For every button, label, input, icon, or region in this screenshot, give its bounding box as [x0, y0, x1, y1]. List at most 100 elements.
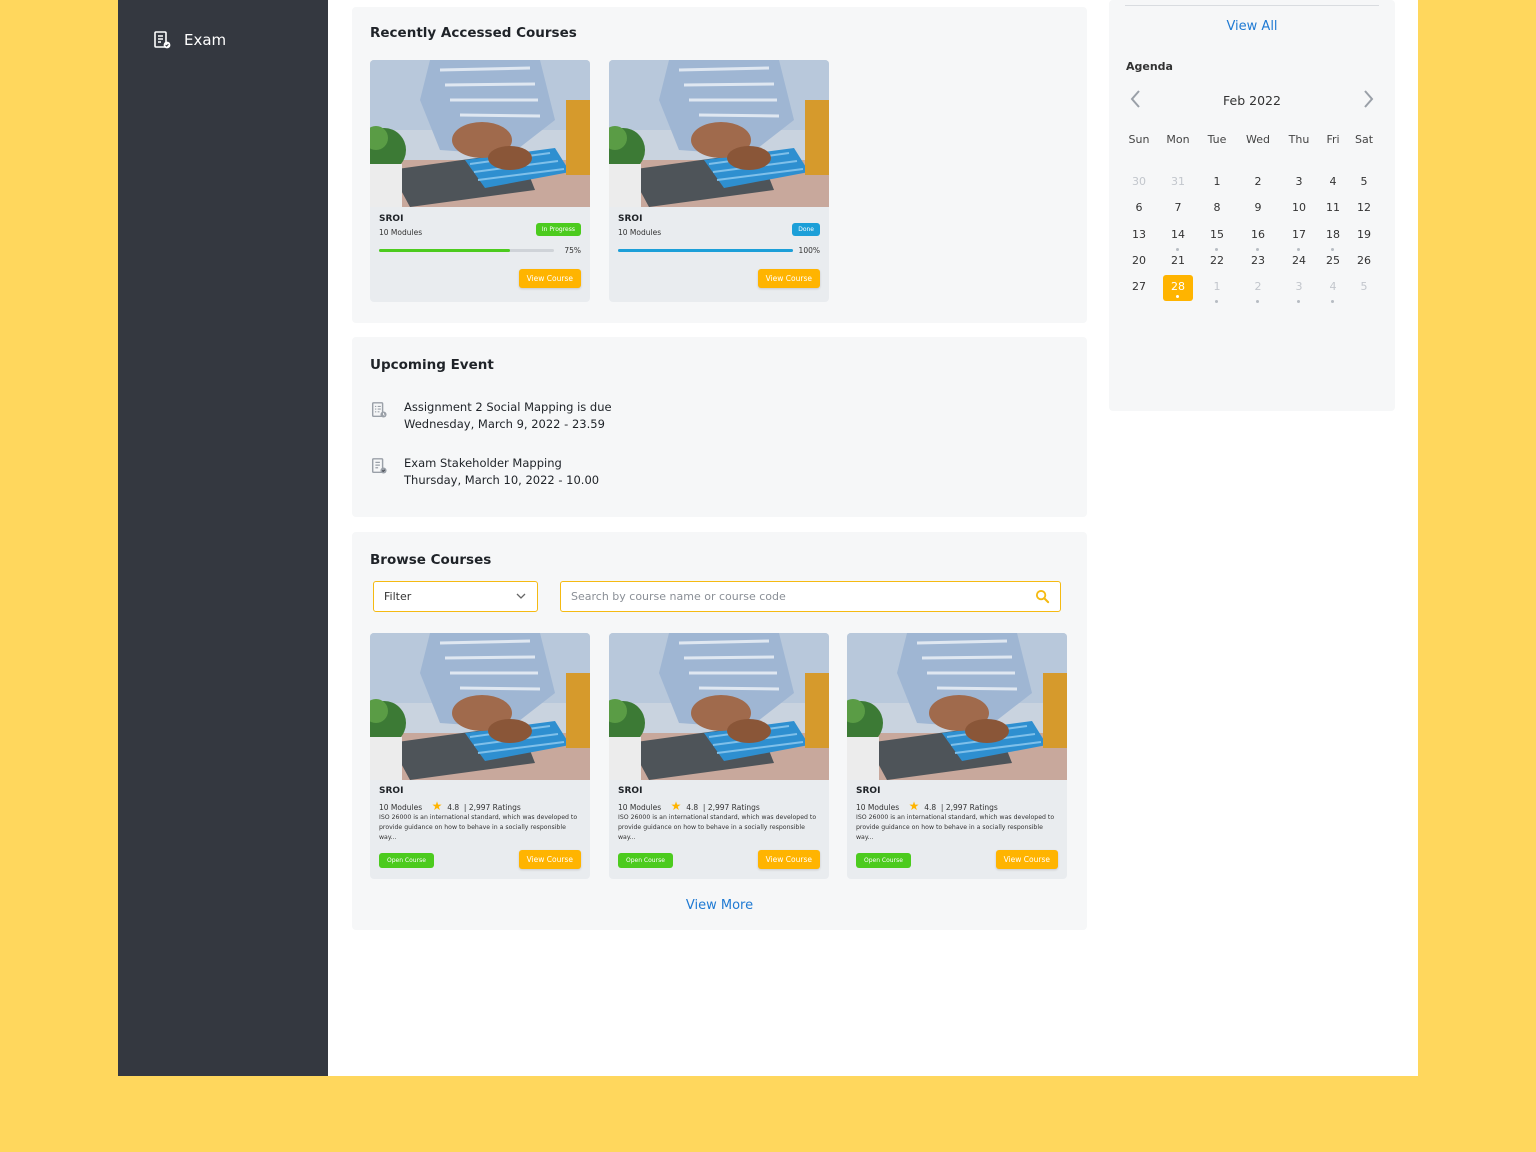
- calendar-day-number: 27: [1132, 280, 1146, 294]
- calendar-day[interactable]: 10: [1284, 196, 1314, 222]
- calendar-day[interactable]: 11: [1318, 196, 1348, 222]
- calendar-day-number: 18: [1326, 227, 1340, 241]
- calendar-day-number: 24: [1292, 253, 1306, 267]
- status-badge: In Progress: [535, 223, 581, 236]
- calendar-day-number: 11: [1326, 201, 1340, 215]
- event-dot: [1176, 295, 1179, 299]
- search-icon[interactable]: [1035, 589, 1050, 604]
- calendar-day-number: 26: [1357, 253, 1371, 267]
- event-dot: [1256, 300, 1259, 304]
- view-course-button[interactable]: View Course: [757, 850, 820, 869]
- calendar-day-number: 31: [1171, 175, 1185, 188]
- sidebar-item-exam[interactable]: Exam: [152, 30, 226, 50]
- view-course-button[interactable]: View Course: [518, 269, 581, 288]
- progress-fill: [379, 249, 511, 252]
- filter-dropdown[interactable]: Filter: [373, 581, 538, 612]
- calendar-day[interactable]: 27: [1124, 275, 1154, 301]
- calendar-day-number: 3: [1295, 280, 1303, 294]
- browse-courses-title: Browse Courses: [370, 552, 492, 568]
- calendar-day[interactable]: 2: [1243, 170, 1273, 196]
- course-modules: 10 Modules: [379, 803, 423, 812]
- weekday-label: Sat: [1354, 133, 1374, 146]
- view-course-button[interactable]: View Course: [995, 850, 1058, 869]
- event-date: Thursday, March 10, 2022 - 10.00: [404, 473, 600, 487]
- filter-label: Filter: [384, 590, 412, 603]
- calendar-day-number: 23: [1251, 253, 1265, 267]
- star-icon: ★: [908, 799, 920, 813]
- progress-label: 75%: [564, 246, 581, 255]
- calendar-day[interactable]: 31: [1163, 170, 1193, 196]
- calendar-day[interactable]: 22: [1202, 249, 1232, 275]
- course-thumbnail: [370, 60, 590, 207]
- open-course-button[interactable]: Open Course: [618, 853, 673, 868]
- calendar-day[interactable]: 25: [1318, 249, 1348, 275]
- browse-courses-panel: Browse Courses Filter SROI 10 Modules ★ …: [352, 532, 1087, 930]
- calendar-day[interactable]: 4: [1318, 275, 1348, 304]
- calendar-day[interactable]: 23: [1243, 249, 1273, 275]
- agenda-panel: View All Agenda Feb 2022 Sun Mon Tue Wed Thu…: [1109, 0, 1395, 411]
- search-input[interactable]: [571, 588, 1011, 605]
- calendar-day[interactable]: 13: [1124, 223, 1154, 249]
- calendar-day[interactable]: 26: [1349, 249, 1379, 275]
- calendar-day[interactable]: 12: [1349, 196, 1379, 222]
- sidebar: Exam: [118, 0, 328, 1076]
- calendar-day[interactable]: 7: [1163, 196, 1193, 222]
- calendar-day[interactable]: 18: [1318, 223, 1348, 251]
- calendar-day[interactable]: 3: [1284, 275, 1314, 304]
- calendar-day[interactable]: 1: [1202, 275, 1232, 304]
- event-item[interactable]: Assignment 2 Social Mapping is due Wedne…: [370, 399, 612, 433]
- open-course-button[interactable]: Open Course: [379, 853, 434, 868]
- star-icon: ★: [670, 799, 682, 813]
- calendar-day-today[interactable]: 28: [1163, 275, 1193, 302]
- calendar-day[interactable]: 2: [1243, 275, 1273, 304]
- calendar-day[interactable]: 6: [1124, 196, 1154, 222]
- calendar-day-number: 17: [1292, 227, 1306, 241]
- calendar-day-number: 5: [1360, 280, 1368, 294]
- event-date: Wednesday, March 9, 2022 - 23.59: [404, 417, 605, 431]
- divider: [1125, 5, 1379, 6]
- calendar-day-number: 20: [1132, 253, 1146, 267]
- calendar-day[interactable]: 17: [1284, 223, 1314, 251]
- event-dot: [1215, 300, 1218, 304]
- event-item[interactable]: Exam Stakeholder Mapping Thursday, March…: [370, 455, 599, 489]
- calendar-day[interactable]: 3: [1284, 170, 1314, 196]
- browse-course-card: SROI 10 Modules ★ 4.8 | 2,997 Ratings IS…: [370, 633, 590, 879]
- course-description: ISO 26000 is an international standard, …: [618, 814, 817, 841]
- calendar-day[interactable]: 30: [1124, 170, 1154, 196]
- calendar-day[interactable]: 4: [1318, 170, 1348, 196]
- calendar-day-number: 7: [1174, 201, 1182, 215]
- view-all-link[interactable]: View All: [1109, 19, 1395, 34]
- exam-icon: [370, 457, 388, 475]
- calendar-day-number: 5: [1360, 175, 1368, 188]
- calendar-day[interactable]: 5: [1349, 275, 1379, 301]
- calendar-day[interactable]: 5: [1349, 170, 1379, 196]
- ratings-count: 2,997 Ratings: [707, 803, 760, 812]
- calendar-day-number: 28: [1171, 280, 1185, 294]
- sidebar-item-label: Exam: [184, 31, 227, 49]
- course-name: SROI: [379, 786, 404, 796]
- calendar-day[interactable]: 20: [1124, 249, 1154, 275]
- calendar-header: Feb 2022: [1125, 88, 1379, 114]
- calendar-day[interactable]: 1: [1202, 170, 1232, 196]
- calendar-day[interactable]: 9: [1243, 196, 1273, 222]
- view-more-link[interactable]: View More: [352, 898, 1087, 913]
- calendar-day[interactable]: 19: [1349, 223, 1379, 249]
- chevron-down-icon: [516, 593, 526, 599]
- open-course-button[interactable]: Open Course: [856, 853, 911, 868]
- view-course-button[interactable]: View Course: [518, 850, 581, 869]
- event-dot: [1331, 300, 1334, 304]
- weekday-label: Tue: [1207, 133, 1227, 146]
- calendar-day-number: 16: [1251, 227, 1265, 241]
- calendar-day[interactable]: 14: [1163, 223, 1193, 251]
- calendar-day[interactable]: 15: [1202, 223, 1232, 251]
- course-thumbnail: [370, 633, 590, 780]
- calendar-day[interactable]: 16: [1243, 223, 1273, 251]
- course-description: ISO 26000 is an international standard, …: [379, 814, 578, 841]
- chevron-right-icon[interactable]: [1359, 88, 1377, 110]
- calendar-day[interactable]: 24: [1284, 249, 1314, 275]
- calendar-day-number: 4: [1329, 175, 1337, 188]
- calendar-day[interactable]: 8: [1202, 196, 1232, 222]
- calendar-day[interactable]: 21: [1163, 249, 1193, 275]
- view-course-button[interactable]: View Course: [757, 269, 820, 288]
- status-badge: Done: [792, 223, 820, 236]
